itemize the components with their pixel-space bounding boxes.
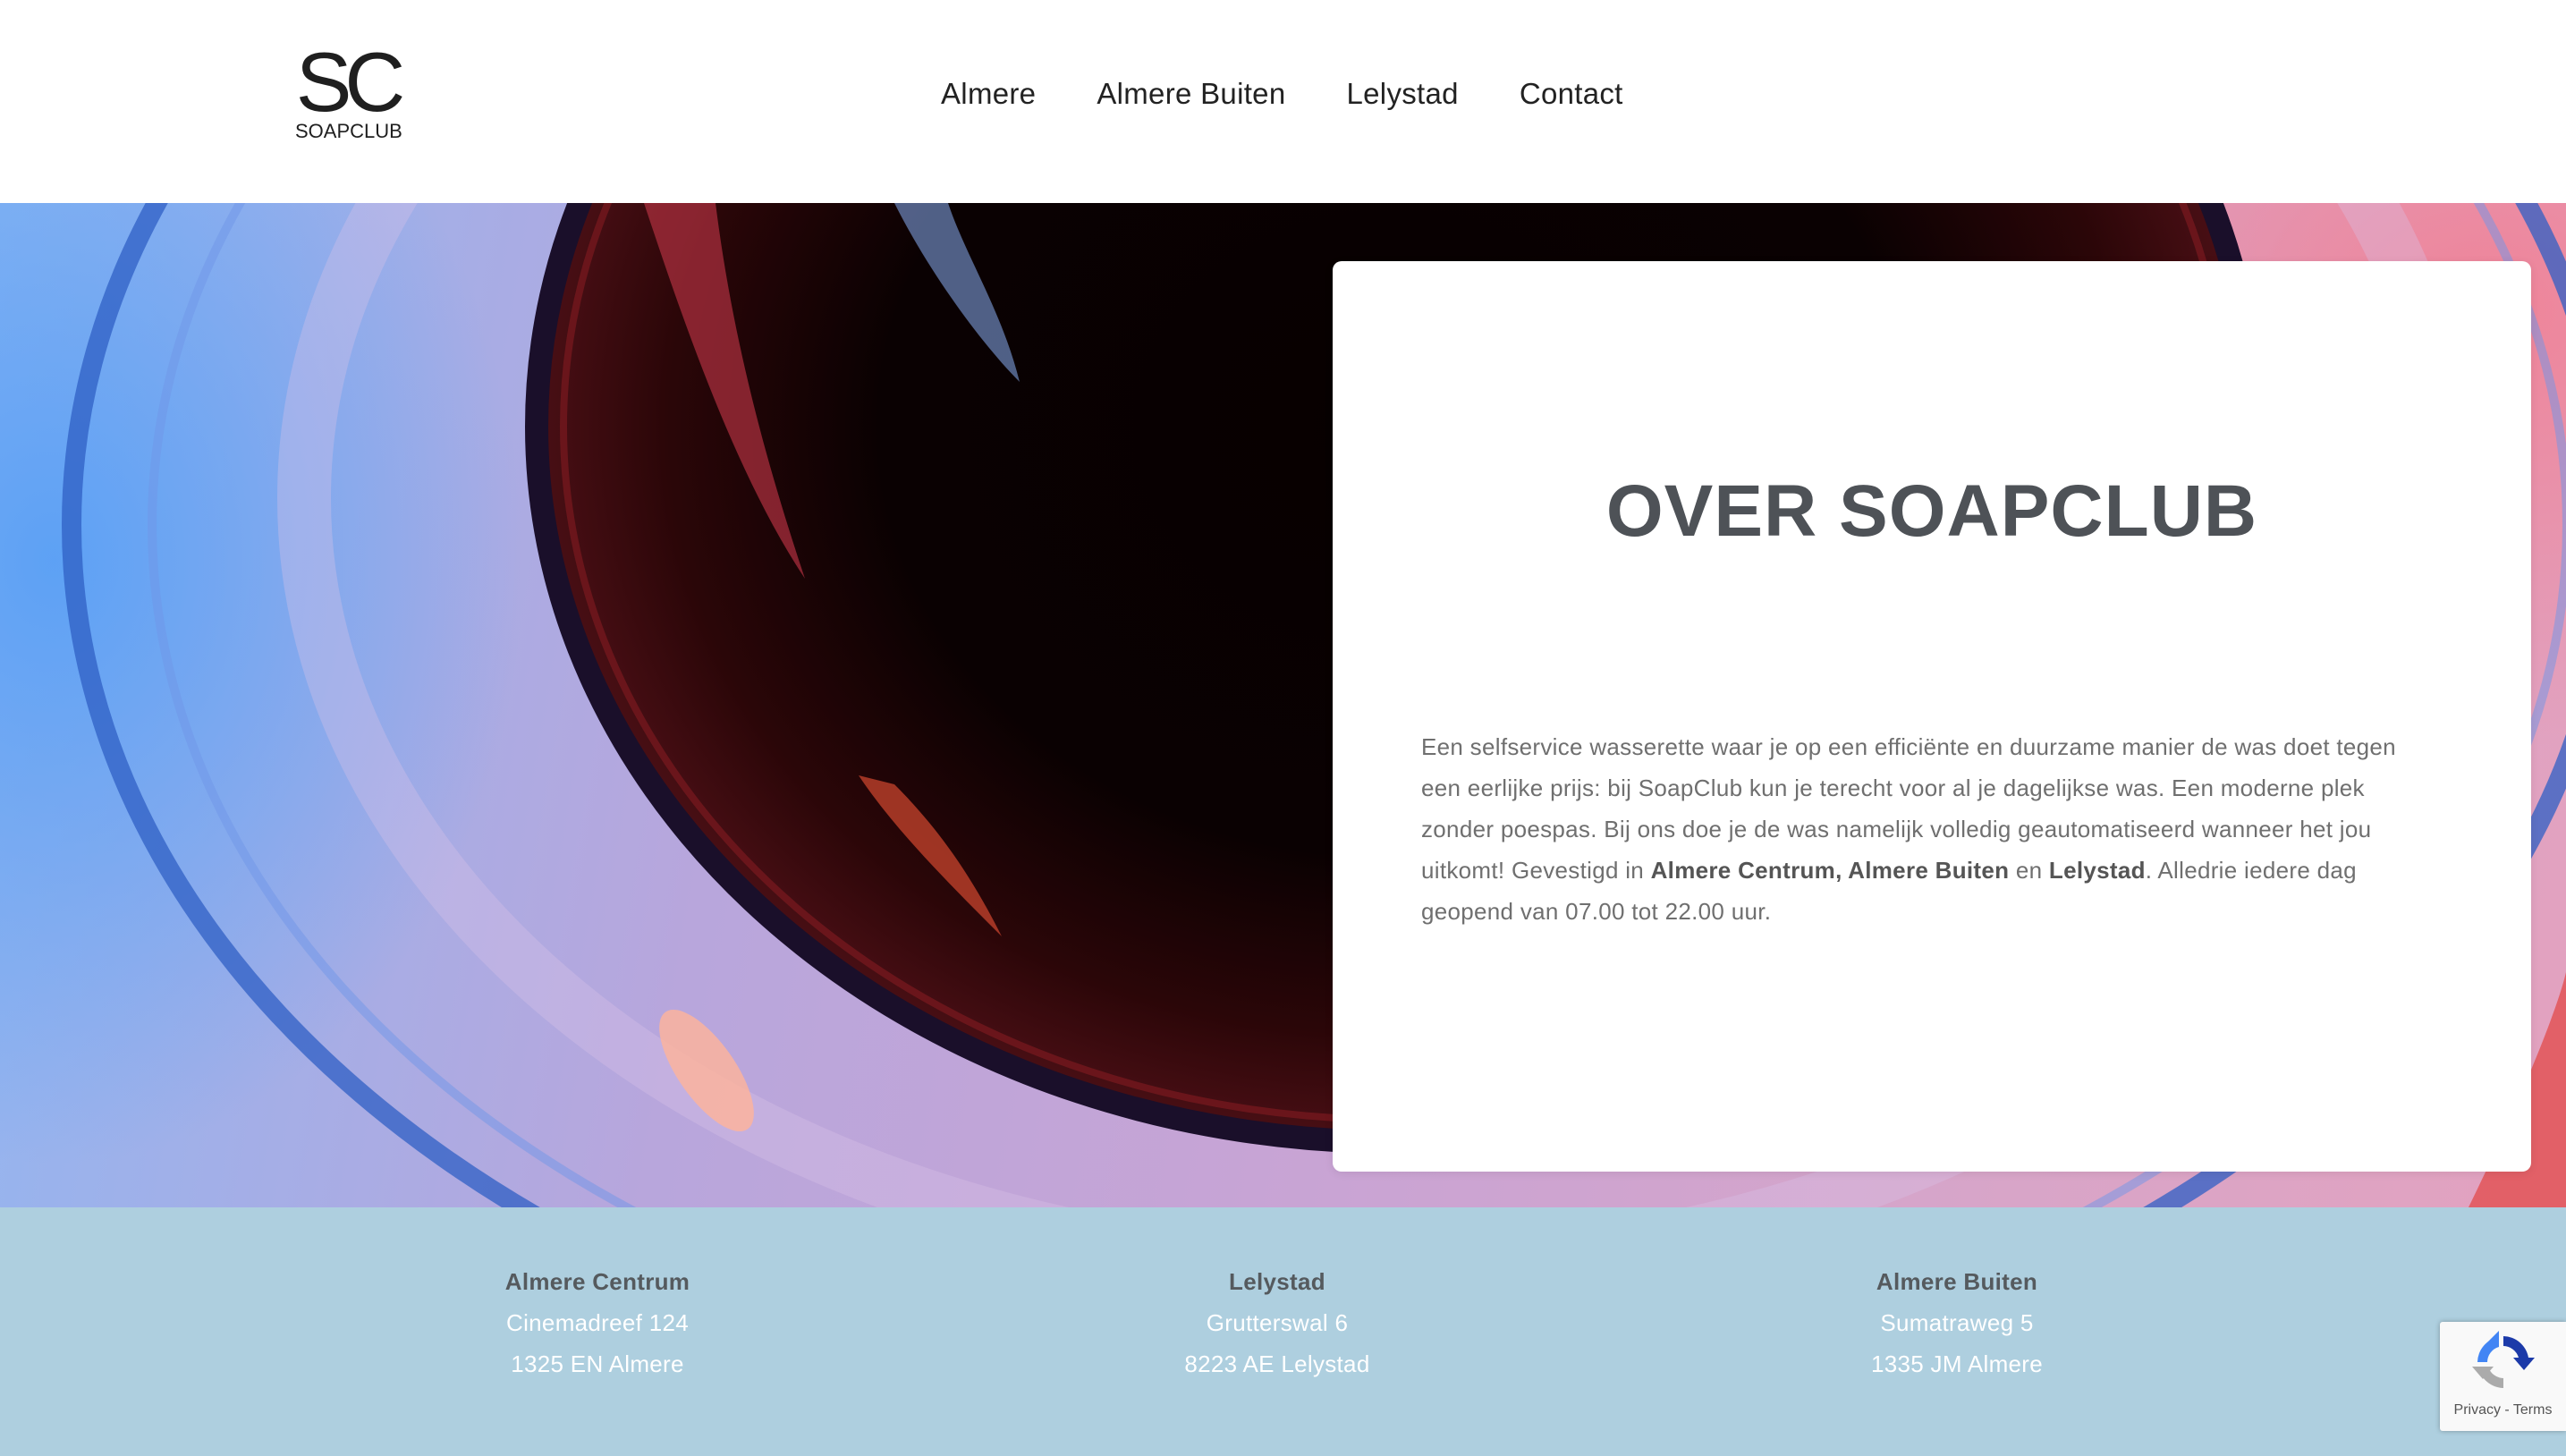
recaptcha-privacy-link[interactable]: Privacy bbox=[2454, 1402, 2501, 1418]
recaptcha-icon bbox=[2472, 1331, 2535, 1388]
recaptcha-terms-link[interactable]: Terms bbox=[2513, 1402, 2553, 1418]
about-body: Een selfservice wasserette waar je op ee… bbox=[1421, 726, 2423, 932]
nav-item-almere[interactable]: Almere bbox=[941, 72, 1036, 116]
location-street: Cinemadreef 124 bbox=[506, 1309, 689, 1336]
recaptcha-separator: - bbox=[2500, 1402, 2513, 1418]
location-almere-centrum: Almere Centrum Cinemadreef 124 1325 EN A… bbox=[419, 1261, 776, 1384]
about-card: OVER SOAPCLUB Een selfservice wasserette… bbox=[1333, 261, 2531, 1172]
location-name: Almere Buiten bbox=[1876, 1268, 2038, 1295]
location-city: 8223 AE Lelystad bbox=[1184, 1350, 1370, 1377]
hero-section: OVER SOAPCLUB Een selfservice wasserette… bbox=[0, 203, 2566, 1207]
site-footer: Almere Centrum Cinemadreef 124 1325 EN A… bbox=[0, 1207, 2566, 1456]
site-header: SC SOAPCLUB Almere Almere Buiten Lelysta… bbox=[0, 0, 2566, 203]
main-nav: Almere Almere Buiten Lelystad Contact bbox=[941, 72, 1623, 116]
location-street: Sumatraweg 5 bbox=[1880, 1309, 2034, 1336]
soapclub-logo[interactable]: SC SOAPCLUB bbox=[295, 35, 406, 145]
location-lelystad: Lelystad Grutterswal 6 8223 AE Lelystad bbox=[1098, 1261, 1456, 1384]
location-almere-buiten: Almere Buiten Sumatraweg 5 1335 JM Almer… bbox=[1778, 1261, 2136, 1384]
about-body-lelystad: Lelystad bbox=[2048, 857, 2146, 884]
logo-text: SOAPCLUB bbox=[295, 120, 402, 142]
location-name: Lelystad bbox=[1229, 1268, 1325, 1295]
nav-item-lelystad[interactable]: Lelystad bbox=[1347, 72, 1459, 116]
location-city: 1335 JM Almere bbox=[1870, 1350, 2044, 1377]
recaptcha-badge[interactable]: Privacy - Terms bbox=[2440, 1322, 2566, 1431]
about-body-locations: Almere Centrum, Almere Buiten bbox=[1650, 857, 2010, 884]
location-street: Grutterswal 6 bbox=[1206, 1309, 1349, 1336]
nav-item-almere-buiten[interactable]: Almere Buiten bbox=[1097, 72, 1285, 116]
about-body-and: en bbox=[2009, 857, 2049, 884]
recaptcha-links: Privacy - Terms bbox=[2440, 1402, 2566, 1418]
location-city: 1325 EN Almere bbox=[511, 1350, 684, 1377]
logo-mark: SC bbox=[295, 35, 406, 129]
location-name: Almere Centrum bbox=[504, 1268, 690, 1295]
nav-item-contact[interactable]: Contact bbox=[1520, 72, 1623, 116]
about-title: OVER SOAPCLUB bbox=[1605, 470, 2258, 552]
